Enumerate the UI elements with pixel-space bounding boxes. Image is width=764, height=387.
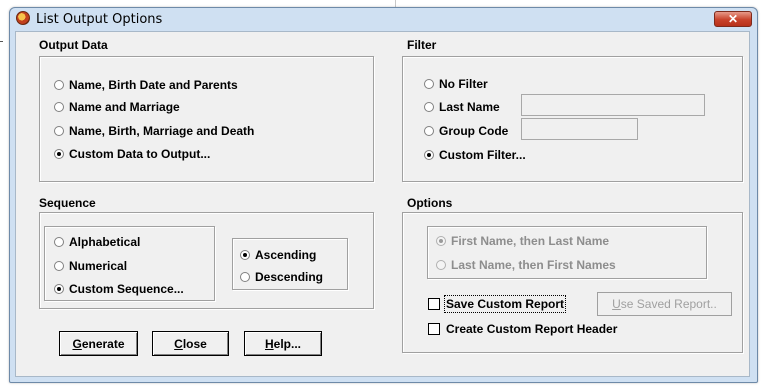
radio-selected-icon (54, 284, 64, 294)
radio-selected-icon (424, 150, 434, 160)
radio-selected-icon (436, 236, 446, 246)
radio-icon (54, 126, 64, 136)
checkbox-icon (428, 298, 440, 310)
descending-radio[interactable]: Descending (240, 270, 323, 284)
generate-button[interactable]: Generate (59, 331, 138, 356)
radio-icon (436, 260, 446, 270)
help-label: elp... (273, 336, 301, 351)
group-code-filter-radio[interactable]: Group Code (424, 124, 508, 138)
window-title: List Output Options (36, 12, 163, 27)
radio-selected-icon (240, 250, 250, 260)
alphabetical-radio[interactable]: Alphabetical (54, 235, 140, 249)
radio-label: Name, Birth Date and Parents (69, 78, 238, 92)
radio-label: Alphabetical (69, 235, 141, 249)
ascending-radio[interactable]: Ascending (240, 248, 316, 262)
radio-label: Name, Birth, Marriage and Death (69, 124, 255, 138)
output-data-group (39, 56, 374, 182)
radio-label: Last Name (439, 100, 500, 114)
app-icon (16, 11, 30, 25)
radio-icon (424, 102, 434, 112)
last-name-filter-radio[interactable]: Last Name (424, 100, 500, 114)
radio-label: First Name, then Last Name (451, 234, 610, 248)
custom-filter-radio[interactable]: Custom Filter... (424, 148, 526, 162)
numerical-radio[interactable]: Numerical (54, 259, 127, 273)
sequence-title: Sequence (39, 196, 96, 210)
help-button[interactable]: Help... (244, 331, 322, 356)
radio-selected-icon (54, 149, 64, 159)
first-then-last-radio[interactable]: First Name, then Last Name (436, 234, 609, 248)
output-name-birth-parents-radio[interactable]: Name, Birth Date and Parents (54, 78, 238, 92)
radio-label: Custom Data to Output... (69, 147, 211, 161)
output-name-marriage-radio[interactable]: Name and Marriage (54, 100, 180, 114)
radio-label: Numerical (69, 259, 128, 273)
radio-icon (240, 272, 250, 282)
create-custom-header-checkbox[interactable]: Create Custom Report Header (428, 322, 617, 336)
radio-label: Custom Sequence... (69, 282, 184, 296)
save-custom-report-checkbox[interactable]: Save Custom Report (428, 295, 567, 313)
radio-icon (424, 79, 434, 89)
radio-label: Custom Filter... (439, 148, 526, 162)
radio-label: Descending (255, 270, 324, 284)
no-filter-radio[interactable]: No Filter (424, 77, 488, 91)
output-data-title: Output Data (39, 38, 108, 52)
radio-icon (54, 102, 64, 112)
last-then-first-radio[interactable]: Last Name, then First Names (436, 258, 616, 272)
radio-icon (54, 261, 64, 271)
use-saved-report-label: se Saved Report.. (620, 297, 717, 311)
output-name-birth-marriage-death-radio[interactable]: Name, Birth, Marriage and Death (54, 124, 254, 138)
radio-label: Group Code (439, 124, 509, 138)
radio-label: No Filter (439, 77, 488, 91)
background-edge (0, 41, 3, 42)
last-name-filter-input[interactable] (521, 94, 705, 116)
close-button[interactable]: Close (152, 331, 229, 356)
generate-accel: G (72, 336, 82, 351)
radio-label: Name and Marriage (69, 100, 180, 114)
help-accel: H (264, 336, 274, 351)
group-code-filter-input[interactable] (521, 118, 638, 140)
custom-sequence-radio[interactable]: Custom Sequence... (54, 282, 184, 296)
close-label: lose (182, 336, 207, 351)
close-window-button[interactable]: ✕ (714, 11, 752, 27)
radio-icon (424, 126, 434, 136)
radio-label: Last Name, then First Names (451, 258, 616, 272)
output-custom-data-radio[interactable]: Custom Data to Output... (54, 147, 210, 161)
checkbox-label: Create Custom Report Header (446, 322, 618, 336)
options-title: Options (407, 196, 453, 210)
checkbox-label: Save Custom Report (443, 295, 567, 313)
checkbox-icon (428, 323, 440, 335)
radio-icon (54, 80, 64, 90)
close-accel: C (174, 336, 183, 351)
radio-icon (54, 237, 64, 247)
generate-label: enerate (81, 336, 125, 351)
filter-title: Filter (407, 38, 437, 52)
use-saved-report-button[interactable]: Use Saved Report.. (597, 292, 732, 316)
use-saved-report-accel: U (612, 297, 621, 311)
background-edge (395, 0, 396, 7)
radio-label: Ascending (255, 248, 317, 262)
